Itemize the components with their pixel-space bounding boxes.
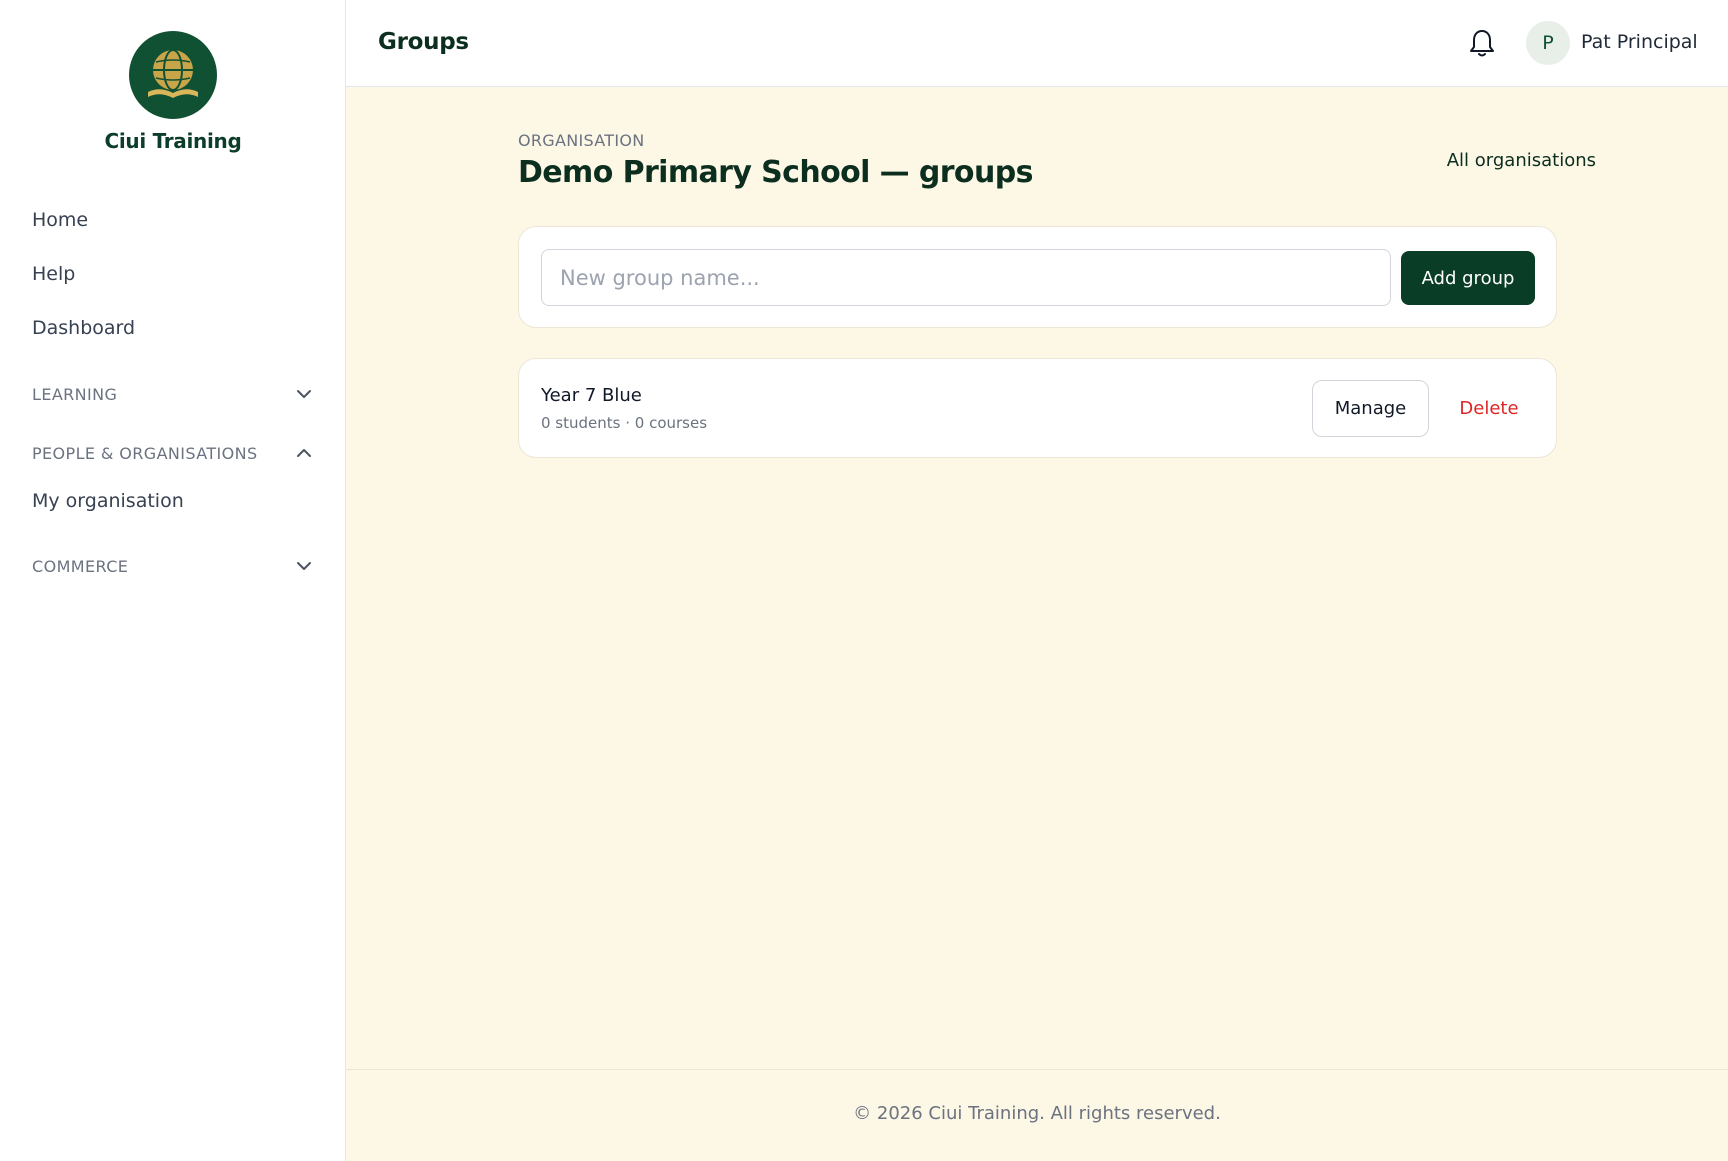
chevron-down-icon <box>294 556 314 576</box>
main-content: Groups P Pat Principal ORGANISATION Demo… <box>346 0 1728 1161</box>
manage-button[interactable]: Manage <box>1312 380 1429 437</box>
page-eyebrow: ORGANISATION <box>518 131 645 150</box>
list-item: Year 7 Blue 0 students · 0 courses Manag… <box>518 358 1557 458</box>
all-organisations-link[interactable]: All organisations <box>1386 150 1596 171</box>
sidebar-section-learning[interactable]: LEARNING <box>32 384 314 404</box>
app-root: Ciui Training Home Help Dashboard LEARNI… <box>0 0 1728 1161</box>
sidebar-item-my-organisation[interactable]: My organisation <box>32 490 184 512</box>
sidebar-item-dashboard[interactable]: Dashboard <box>32 317 135 339</box>
user-name[interactable]: Pat Principal <box>1581 31 1698 53</box>
section-label: LEARNING <box>32 384 118 404</box>
group-name: Year 7 Blue <box>541 385 642 406</box>
sidebar-item-help[interactable]: Help <box>32 263 75 285</box>
sidebar-item-home[interactable]: Home <box>32 209 88 231</box>
delete-button[interactable]: Delete <box>1439 380 1539 437</box>
top-bar: Groups P Pat Principal <box>346 0 1728 87</box>
chevron-down-icon <box>294 384 314 404</box>
section-label: COMMERCE <box>32 556 129 576</box>
brand-logo[interactable]: Ciui Training <box>0 31 346 153</box>
footer: © 2026 Ciui Training. All rights reserve… <box>346 1069 1728 1161</box>
sidebar-section-commerce[interactable]: COMMERCE <box>32 556 314 576</box>
globe-book-icon <box>129 31 217 119</box>
page-title: Demo Primary School — groups <box>518 155 1033 190</box>
header-title: Groups <box>378 29 469 55</box>
bell-icon[interactable] <box>1468 28 1496 58</box>
footer-copyright: © 2026 Ciui Training. All rights reserve… <box>853 1103 1221 1124</box>
chevron-up-icon <box>294 443 314 463</box>
add-group-button[interactable]: Add group <box>1401 251 1535 305</box>
sidebar: Ciui Training Home Help Dashboard LEARNI… <box>0 0 346 1161</box>
group-meta: 0 students · 0 courses <box>541 414 708 432</box>
add-group-card: Add group <box>518 226 1557 328</box>
section-label: PEOPLE & ORGANISATIONS <box>32 443 258 463</box>
sidebar-section-people-organisations[interactable]: PEOPLE & ORGANISATIONS <box>32 443 314 463</box>
avatar[interactable]: P <box>1526 21 1570 65</box>
brand-name: Ciui Training <box>104 129 242 153</box>
new-group-name-input[interactable] <box>541 249 1391 306</box>
